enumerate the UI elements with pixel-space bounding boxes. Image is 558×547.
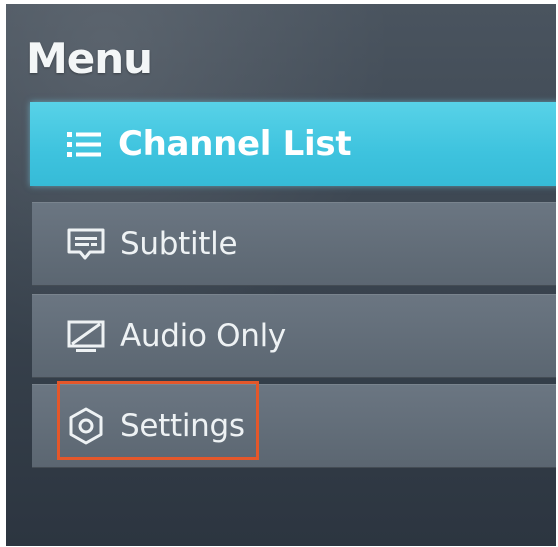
audio-only-icon: [66, 316, 106, 356]
menu-item-channel-list[interactable]: Channel List: [30, 102, 556, 186]
menu-item-label: Audio Only: [120, 318, 286, 354]
settings-highlight-box: [57, 381, 259, 460]
menu-item-audio-only[interactable]: Audio Only: [32, 294, 556, 378]
menu-item-label: Subtitle: [120, 226, 238, 262]
tv-screen: Menu Channel List Subtitle Audio Only Se…: [6, 4, 556, 546]
subtitle-icon: [66, 224, 106, 264]
list-icon: [64, 124, 104, 164]
menu-item-label: Channel List: [118, 124, 352, 164]
menu-title: Menu: [26, 34, 153, 83]
menu-item-subtitle[interactable]: Subtitle: [32, 202, 556, 286]
